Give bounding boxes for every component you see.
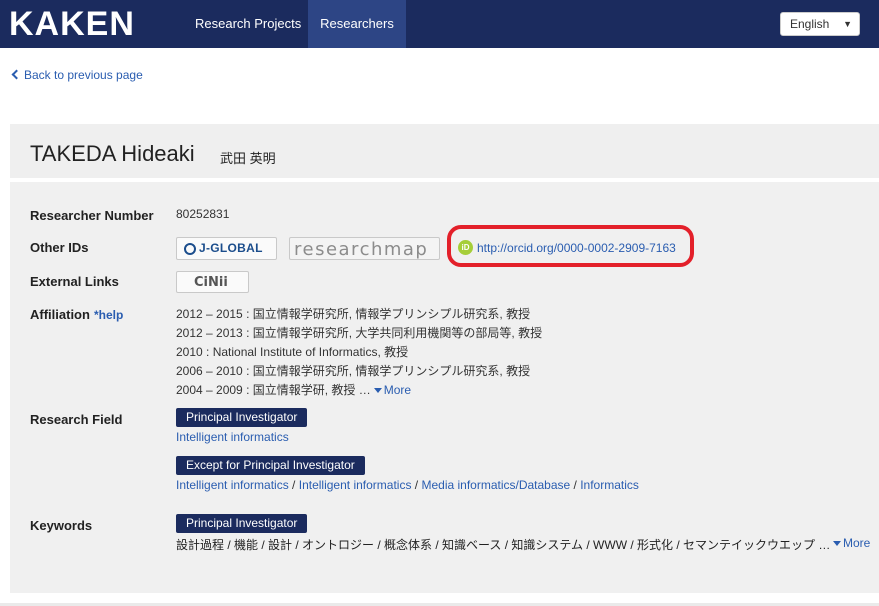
field-link[interactable]: Media informatics/Database: [421, 478, 570, 492]
affiliation-item-last: 2004 – 2009 : 国立情報学研, 教授 … More: [176, 381, 411, 398]
affiliation-item: 2004 – 2009 : 国立情報学研, 教授 …: [176, 383, 371, 397]
researchmap-button[interactable]: researchmap: [289, 237, 440, 260]
affiliation-item: 2012 – 2015 : 国立情報学研究所, 情報学プリンシプル研究系, 教授: [176, 307, 531, 321]
more-label: More: [383, 383, 412, 397]
chevron-left-icon: [11, 69, 22, 80]
field-link[interactable]: Informatics: [580, 478, 639, 492]
keywords-list: 設計過程 / 機能 / 設計 / オントロジー / 概念体系 / 知識ベース /…: [176, 538, 831, 552]
principal-investigator-badge: Principal Investigator: [176, 408, 308, 427]
orcid-icon: iD: [458, 240, 473, 255]
researcher-number-value: 80252831: [176, 207, 230, 221]
researcher-panel: TAKEDA Hideaki 武田 英明 Researcher Number 8…: [10, 124, 879, 593]
researchmap-label: researchmap: [294, 239, 429, 260]
affiliation-item: 2012 – 2013 : 国立情報学研究所, 大学共同利用機関等の部局等, 教…: [176, 326, 543, 340]
researcher-name-en: TAKEDA Hideaki: [30, 141, 195, 166]
back-link-label: Back to previous page: [24, 68, 143, 82]
orcid-link[interactable]: http://orcid.org/0000-0002-2909-7163: [477, 241, 676, 255]
cinii-label: CiNii: [194, 275, 228, 290]
jglobal-label: J-GLOBAL: [199, 241, 263, 255]
affiliation-item: 2006 – 2010 : 国立情報学研究所, 情報学プリンシプル研究系, 教授: [176, 364, 531, 378]
caret-down-icon: [833, 541, 841, 546]
keywords-label: Keywords: [30, 518, 93, 533]
research-field-label: Research Field: [30, 412, 123, 427]
external-links-label: External Links: [30, 274, 119, 289]
researcher-title-area: TAKEDA Hideaki 武田 英明: [10, 124, 879, 182]
keywords-more-link[interactable]: More: [830, 536, 870, 550]
jglobal-logo-icon: [184, 243, 196, 255]
field-link[interactable]: Intelligent informatics: [176, 430, 289, 444]
chevron-down-icon: ▼: [843, 19, 852, 29]
affiliation-label: Affiliation *help: [30, 307, 123, 322]
keywords-pi-badge: Principal Investigator: [176, 514, 308, 533]
affiliation-label-text: Affiliation: [30, 307, 90, 322]
top-navbar: KAKEN Research Projects Researchers Engl…: [0, 0, 879, 48]
language-select-value: English: [790, 17, 830, 31]
researcher-name-jp: 武田 英明: [220, 151, 276, 166]
tab-research-projects[interactable]: Research Projects: [181, 0, 315, 48]
researcher-number-label: Researcher Number: [30, 208, 154, 223]
cinii-button[interactable]: CiNii: [176, 271, 249, 293]
field-link[interactable]: Intelligent informatics: [176, 478, 289, 492]
tab-researchers[interactable]: Researchers: [308, 0, 406, 48]
except-pi-field-list: Intelligent informatics / Intelligent in…: [176, 478, 639, 492]
field-link[interactable]: Intelligent informatics: [299, 478, 412, 492]
kaken-logo[interactable]: KAKEN: [9, 5, 135, 43]
except-pi-badge: Except for Principal Investigator: [176, 456, 365, 475]
back-link[interactable]: Back to previous page: [11, 68, 143, 82]
affiliation-item: 2010 : National Institute of Informatics…: [176, 345, 409, 359]
more-label: More: [843, 536, 871, 550]
caret-down-icon: [373, 388, 382, 393]
language-select[interactable]: English ▼: [780, 12, 860, 36]
pi-field-list: Intelligent informatics: [176, 430, 289, 444]
other-ids-label: Other IDs: [30, 240, 89, 255]
jglobal-button[interactable]: J-GLOBAL: [176, 237, 277, 260]
affiliation-help-link[interactable]: *help: [94, 308, 123, 322]
affiliation-more-link[interactable]: More: [371, 383, 411, 397]
